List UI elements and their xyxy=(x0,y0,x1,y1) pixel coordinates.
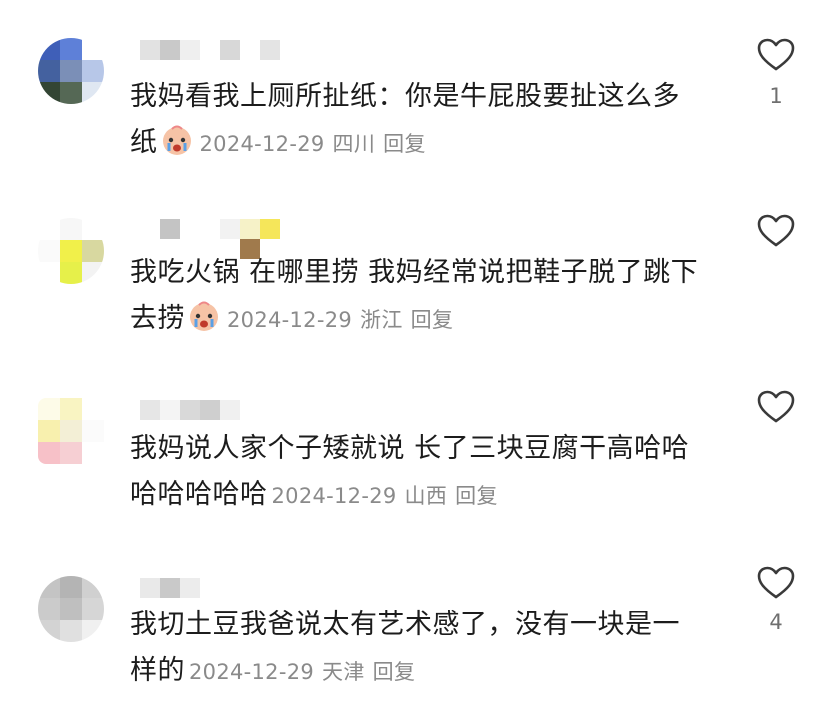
comment-text-tail: 纸 xyxy=(130,127,158,158)
comment-text: 我切土豆我爸说太有艺术感了，没有一块是一 样的 2024-12-29 天津 回复 xyxy=(130,602,730,695)
comment-location: 四川 xyxy=(332,132,376,156)
comment-text-line: 我妈说人家个子矮就说 长了三块豆腐干高哈哈 xyxy=(130,433,690,464)
comment-text-line: 纸 2024-12-29 四川 回复 xyxy=(130,120,730,167)
heart-icon[interactable] xyxy=(757,390,795,424)
like-count: 4 xyxy=(769,610,783,634)
comment-location: 山西 xyxy=(404,484,448,508)
reply-button[interactable]: 回复 xyxy=(373,660,416,684)
reply-button[interactable]: 回复 xyxy=(383,132,426,156)
comment-text-line: 我妈看我上厕所扯纸：你是牛屁股要扯这么多 xyxy=(130,81,680,112)
comment-text-line: 哈哈哈哈哈 2024-12-29 山西 回复 xyxy=(130,472,730,519)
avatar[interactable] xyxy=(38,398,104,464)
heart-icon[interactable] xyxy=(757,214,795,248)
avatar[interactable] xyxy=(38,218,104,284)
comment-meta: 2024-12-29 山西 回复 xyxy=(272,484,498,508)
comment-text-line: 样的 2024-12-29 天津 回复 xyxy=(130,648,730,695)
comment-meta: 2024-12-29 四川 回复 xyxy=(200,132,426,156)
comment-text: 我妈看我上厕所扯纸：你是牛屁股要扯这么多 纸 2024-12-29 四川 回复 xyxy=(130,74,730,167)
comment-text-tail: 样的 xyxy=(130,655,185,686)
reply-button[interactable]: 回复 xyxy=(455,484,498,508)
username-blurred[interactable] xyxy=(140,219,280,241)
comment-text-line: 我吃火锅 在哪里捞 我妈经常说把鞋子脱了跳下 xyxy=(130,257,699,288)
comment-meta: 2024-12-29 浙江 回复 xyxy=(227,308,453,332)
comment-date: 2024-12-29 xyxy=(199,132,325,156)
comment-text-tail: 哈哈哈哈哈 xyxy=(130,479,268,510)
username-blurred[interactable] xyxy=(140,400,260,422)
comment-location: 天津 xyxy=(322,660,365,684)
comment-date: 2024-12-29 xyxy=(271,484,397,508)
username-blurred[interactable] xyxy=(140,40,280,62)
reply-button[interactable]: 回复 xyxy=(411,308,454,332)
comment-date: 2024-12-29 xyxy=(189,660,315,684)
comment-text-line: 去捞 2024-12-29 浙江 回复 xyxy=(130,296,730,343)
crying-face-emoji-icon xyxy=(190,301,218,331)
comment-text-tail: 去捞 xyxy=(130,303,185,334)
comment-text-line: 我切土豆我爸说太有艺术感了，没有一块是一 xyxy=(130,609,680,640)
comment-date: 2024-12-29 xyxy=(227,308,353,332)
heart-icon[interactable] xyxy=(757,566,795,600)
avatar[interactable] xyxy=(38,576,104,642)
comment-meta: 2024-12-29 天津 回复 xyxy=(189,660,415,684)
avatar[interactable] xyxy=(38,38,104,104)
comment-text: 我妈说人家个子矮就说 长了三块豆腐干高哈哈 哈哈哈哈哈 2024-12-29 山西回… xyxy=(130,426,730,519)
comment-text: 我吃火锅 在哪里捞 我妈经常说把鞋子脱了跳下 去捞 2024-12-29 浙江 回复 xyxy=(130,250,730,343)
username-blurred[interactable] xyxy=(140,578,200,600)
comment-location: 浙江 xyxy=(360,308,403,332)
crying-face-emoji-icon xyxy=(162,125,191,155)
like-count: 1 xyxy=(769,84,783,108)
heart-icon[interactable] xyxy=(757,38,795,72)
